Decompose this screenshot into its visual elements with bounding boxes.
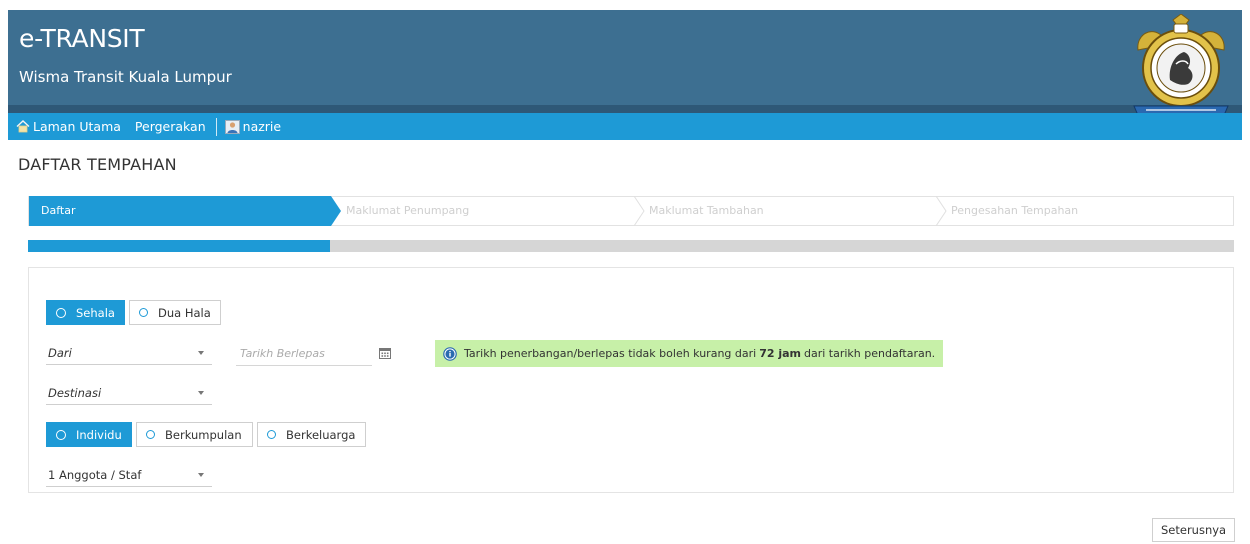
chevron-down-icon — [198, 351, 204, 355]
app-header: e-TRANSIT Wisma Transit Kuala Lumpur — [8, 10, 1242, 113]
nav-movement-label: Pergerakan — [134, 119, 206, 134]
party-berkeluarga-label: Berkeluarga — [286, 427, 356, 442]
nav-user-label: nazrie — [242, 119, 282, 134]
wizard-progress-fill — [28, 240, 330, 252]
nav-home-label: Laman Utama — [33, 119, 121, 134]
app-title: e-TRANSIT — [19, 24, 145, 53]
nav-separator — [215, 117, 217, 136]
party-berkumpulan-label: Berkumpulan — [165, 427, 242, 442]
trip-sehala-option[interactable]: Sehala — [46, 300, 125, 325]
app-frame: e-TRANSIT Wisma Transit Kuala Lumpur Lam… — [8, 10, 1242, 542]
date-info-alert: Tarikh penerbangan/berlepas tidak boleh … — [435, 340, 943, 367]
trip-sehala-label: Sehala — [76, 305, 115, 320]
home-icon — [16, 120, 30, 133]
trip-duahala-label: Dua Hala — [158, 305, 211, 320]
party-type-group: Individu Berkumpulan Berkeluarga — [46, 422, 370, 447]
party-individu-option[interactable]: Individu — [46, 422, 132, 447]
nav-movement[interactable]: Pergerakan — [135, 119, 206, 134]
destination-select[interactable]: Destinasi — [46, 381, 212, 405]
wizard-step-confirmation[interactable]: Pengesahan Tempahan — [951, 197, 1078, 225]
radio-icon — [139, 308, 148, 317]
radio-icon — [56, 429, 66, 440]
main-nav: Laman Utama Pergerakan nazrie — [8, 113, 1242, 140]
page: e-TRANSIT Wisma Transit Kuala Lumpur Lam… — [0, 0, 1250, 544]
crest-emblem — [1133, 14, 1229, 121]
page-title: DAFTAR TEMPAHAN — [18, 155, 177, 174]
wizard-active-bg — [29, 196, 341, 226]
app-subtitle: Wisma Transit Kuala Lumpur — [19, 68, 232, 86]
nav-home[interactable]: Laman Utama — [16, 119, 121, 134]
radio-icon — [146, 430, 155, 439]
main-content: DAFTAR TEMPAHAN Daftar Maklumat Penumpan… — [8, 140, 1242, 542]
info-icon — [443, 346, 457, 361]
wizard-step-passenger[interactable]: Maklumat Penumpang — [346, 197, 469, 225]
wizard-progress — [28, 240, 1234, 252]
radio-icon — [56, 307, 66, 318]
origin-value: Dari — [48, 345, 72, 360]
departure-date-input[interactable] — [236, 342, 372, 366]
origin-select[interactable]: Dari — [46, 341, 212, 365]
member-count-select[interactable]: 1 Anggota / Staf — [46, 463, 212, 487]
nav-user[interactable]: nazrie — [224, 119, 282, 134]
chevron-down-icon — [198, 391, 204, 395]
user-icon — [224, 119, 240, 134]
destination-value: Destinasi — [48, 385, 102, 400]
alert-text-after: dari tarikh pendaftaran. — [804, 347, 936, 360]
radio-icon — [267, 430, 276, 439]
trip-type-group: Sehala Dua Hala — [46, 300, 225, 325]
alert-text-before: Tarikh penerbangan/berlepas tidak boleh … — [464, 347, 757, 360]
wizard-step-additional[interactable]: Maklumat Tambahan — [649, 197, 764, 225]
wizard-separator — [633, 196, 645, 226]
calendar-icon[interactable] — [379, 347, 391, 359]
header-strip — [8, 105, 1242, 113]
wizard-step-daftar[interactable]: Daftar — [41, 197, 75, 225]
chevron-down-icon — [198, 473, 204, 477]
party-individu-label: Individu — [76, 427, 122, 442]
alert-text-bold: 72 jam — [759, 347, 801, 360]
trip-duahala-option[interactable]: Dua Hala — [129, 300, 221, 325]
party-berkumpulan-option[interactable]: Berkumpulan — [136, 422, 253, 447]
wizard-separator — [935, 196, 947, 226]
party-berkeluarga-option[interactable]: Berkeluarga — [257, 422, 366, 447]
member-count-value: 1 Anggota / Staf — [48, 467, 142, 482]
wizard-steps: Daftar Maklumat Penumpang Maklumat Tamba… — [28, 196, 1234, 226]
booking-form: Sehala Dua Hala Dari Tarikh Berlepas Tar… — [28, 267, 1234, 493]
next-button[interactable]: Seterusnya — [1152, 518, 1236, 542]
